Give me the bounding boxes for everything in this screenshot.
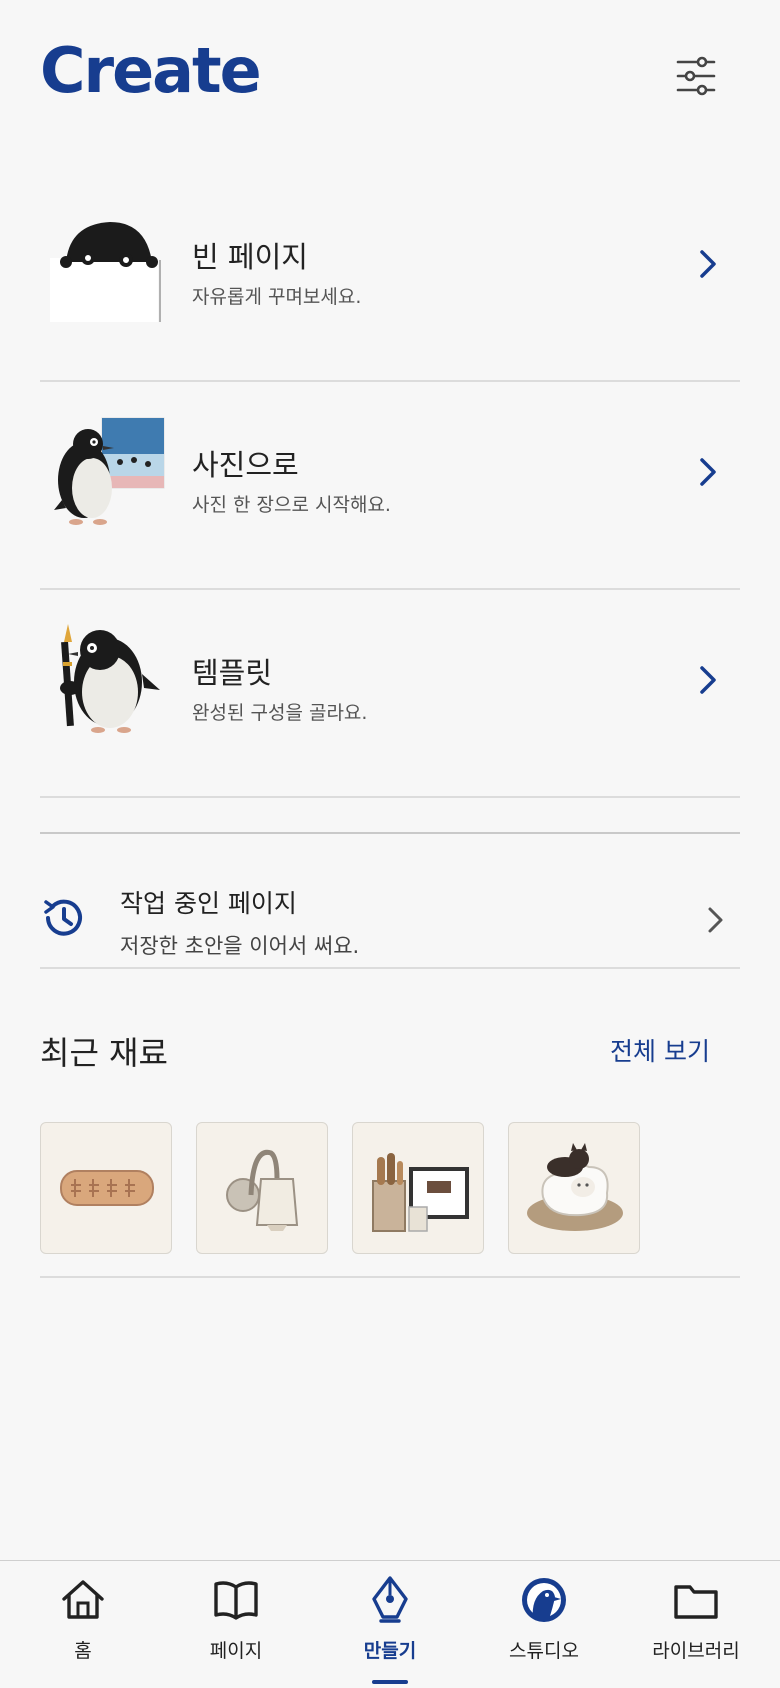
draft-pages-row[interactable]: 작업 중인 페이지 저장한 초안을 이어서 써요. xyxy=(40,834,740,969)
see-all-link[interactable]: 전체 보기 xyxy=(610,1032,710,1068)
chevron-right-icon xyxy=(700,250,716,278)
history-icon xyxy=(44,899,82,936)
menu-item-from-photo[interactable]: 사진으로 사진 한 장으로 시작해요. xyxy=(40,382,740,590)
recent-materials-list xyxy=(40,1122,740,1278)
menu-item-template[interactable]: 템플릿 완성된 구성을 골라요. xyxy=(40,590,740,798)
menu-item-label: 사진으로 xyxy=(192,448,299,482)
book-icon xyxy=(214,1581,258,1620)
bottom-tab-bar: 홈 페이지 만들기 스튜디오 라이브러리 xyxy=(0,1560,780,1688)
tab-label: 홈 xyxy=(74,1640,92,1662)
menu-item-label: 템플릿 xyxy=(192,656,273,690)
cats-on-pillow-icon xyxy=(527,1143,623,1231)
chevron-right-icon xyxy=(700,666,716,694)
tab-pages[interactable]: 페이지 xyxy=(158,1561,314,1688)
material-item-cookie[interactable] xyxy=(40,1122,172,1254)
tab-label: 만들기 xyxy=(363,1640,417,1662)
sliders-icon xyxy=(676,56,716,96)
menu-item-label: 빈 페이지 xyxy=(192,240,308,274)
page-title: Create xyxy=(40,34,262,107)
tab-label: 페이지 xyxy=(209,1640,263,1662)
header: Create xyxy=(0,0,780,150)
chevron-right-icon xyxy=(700,458,716,486)
tab-create[interactable]: 만들기 xyxy=(312,1561,468,1688)
menu-item-subtitle: 완성된 구성을 골라요. xyxy=(192,702,368,724)
material-item-lamp[interactable] xyxy=(196,1122,328,1254)
pen-nib-icon xyxy=(372,1576,408,1623)
menu-item-blank-page[interactable]: 빈 페이지 자유롭게 꾸며보세요. xyxy=(40,174,740,382)
cookie-icon xyxy=(60,1170,154,1206)
filter-button[interactable] xyxy=(672,52,720,100)
draft-label: 작업 중인 페이지 xyxy=(120,889,297,918)
tab-label: 스튜디오 xyxy=(509,1640,579,1662)
wall-lamp-icon xyxy=(226,1149,299,1231)
penguin-badge-icon xyxy=(522,1578,566,1622)
menu-item-subtitle: 자유롭게 꾸며보세요. xyxy=(192,286,362,308)
chevron-right-icon xyxy=(708,907,723,933)
penguin-pen-illustration xyxy=(48,618,168,738)
folder-icon xyxy=(674,1585,718,1619)
recent-materials-title: 최근 재료 xyxy=(40,1034,168,1072)
tab-home[interactable]: 홈 xyxy=(5,1561,161,1688)
penguin-photo-illustration xyxy=(48,410,168,530)
tab-studio[interactable]: 스튜디오 xyxy=(466,1561,622,1688)
material-item-cats[interactable] xyxy=(508,1122,640,1254)
material-item-desk[interactable] xyxy=(352,1122,484,1254)
draft-subtitle: 저장한 초안을 이어서 써요. xyxy=(120,934,360,958)
tab-library[interactable]: 라이브러리 xyxy=(618,1561,774,1688)
active-tab-indicator xyxy=(372,1680,408,1684)
home-icon xyxy=(62,1580,104,1619)
menu-item-subtitle: 사진 한 장으로 시작해요. xyxy=(192,494,391,516)
penguin-peeking-illustration xyxy=(48,202,168,322)
tab-label: 라이브러리 xyxy=(652,1640,740,1662)
desk-items-icon xyxy=(372,1153,469,1232)
